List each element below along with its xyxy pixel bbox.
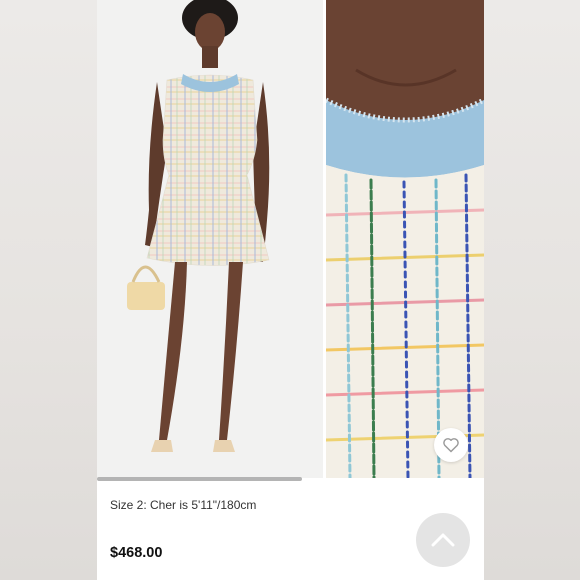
background-left	[0, 0, 97, 580]
favorite-button[interactable]	[434, 428, 468, 462]
model-illustration	[127, 0, 270, 452]
chevron-up-icon	[431, 533, 455, 547]
scroll-to-top-button[interactable]	[416, 513, 470, 567]
product-image-model[interactable]	[97, 0, 323, 478]
size-caption: Size 2: Cher is 5'11"/180cm	[110, 498, 257, 512]
heart-icon	[443, 438, 459, 453]
product-image-detail[interactable]	[326, 0, 484, 478]
product-card: Size 2: Cher is 5'11"/180cm $468.00	[97, 0, 484, 580]
fabric-detail-illustration	[326, 0, 484, 478]
image-carousel-scrollbar[interactable]	[97, 477, 302, 481]
background-right	[484, 0, 580, 580]
price-label: $468.00	[110, 545, 163, 561]
